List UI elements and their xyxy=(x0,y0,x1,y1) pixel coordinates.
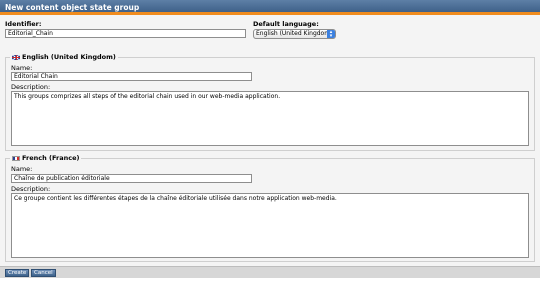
fr-flag-icon xyxy=(12,155,20,161)
language-name-french: French (France) xyxy=(22,154,80,162)
name-input-english[interactable]: Editorial Chain xyxy=(11,72,252,81)
language-legend-english: English (United Kingdom) xyxy=(10,53,118,61)
language-name-english: English (United Kingdom) xyxy=(22,53,116,61)
description-label-french: Description: xyxy=(11,185,51,193)
name-label-french: Name: xyxy=(11,165,33,173)
language-legend-french: French (France) xyxy=(10,154,82,162)
name-label-english: Name: xyxy=(11,64,33,72)
default-language-select[interactable]: English (United Kingdom) ▴ ▾ xyxy=(253,29,336,39)
default-language-value: English (United Kingdom) xyxy=(256,30,333,37)
action-bar: Create Cancel xyxy=(0,266,540,278)
language-section-english: English (United Kingdom) Name: Editorial… xyxy=(5,53,535,151)
identifier-input[interactable]: Editorial_Chain xyxy=(5,29,246,38)
name-input-french[interactable]: Chaîne de publication éditoriale xyxy=(11,174,252,183)
description-label-english: Description: xyxy=(11,83,51,91)
description-textarea-french[interactable]: Ce groupe contient les différentes étape… xyxy=(11,193,529,258)
cancel-button[interactable]: Cancel xyxy=(31,269,56,277)
uk-flag-icon xyxy=(12,54,20,60)
page-footer-space xyxy=(0,278,540,286)
identifier-label: Identifier: xyxy=(5,20,42,28)
language-section-french: French (France) Name: Chaîne de publicat… xyxy=(5,154,535,262)
create-button[interactable]: Create xyxy=(5,269,30,277)
window-titlebar: New content object state group xyxy=(0,0,540,15)
default-language-label: Default language: xyxy=(253,20,319,28)
chevron-updown-icon: ▴ ▾ xyxy=(327,30,335,39)
window-title: New content object state group xyxy=(5,3,140,12)
form-panel: Identifier: Editorial_Chain Default lang… xyxy=(0,15,540,266)
description-textarea-english[interactable]: This groups comprizes all steps of the e… xyxy=(11,91,529,146)
